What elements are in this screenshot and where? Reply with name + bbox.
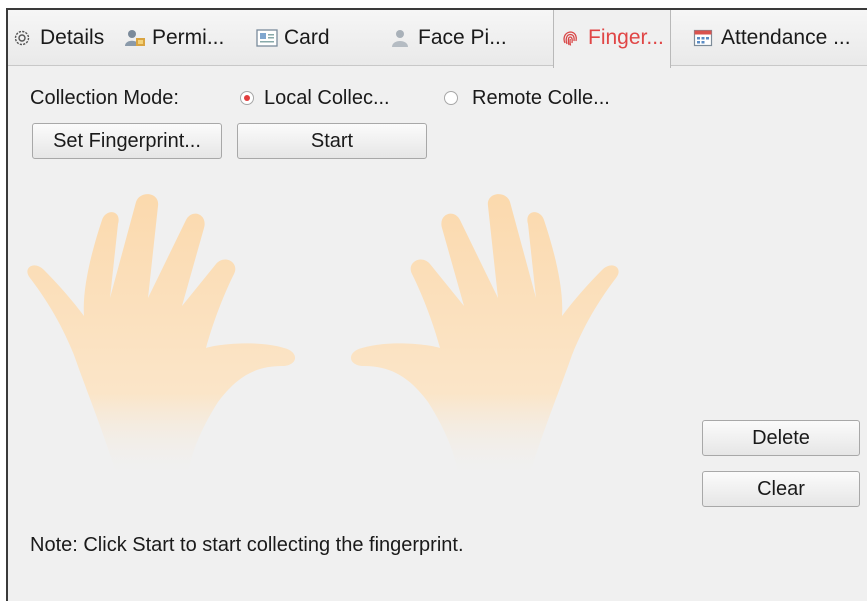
person-editor-panel: Details Permi... Card Face Pi... Finger.… <box>6 8 867 601</box>
gear-icon <box>12 28 32 48</box>
start-button[interactable]: Start <box>237 123 427 159</box>
tab-card[interactable]: Card <box>256 10 330 66</box>
instruction-note: Note: Click Start to start collecting th… <box>30 534 464 556</box>
tab-label: Attendance ... <box>721 26 851 49</box>
local-collection-radio[interactable] <box>240 91 254 105</box>
delete-button[interactable]: Delete <box>702 420 860 456</box>
tab-permission[interactable]: Permi... <box>124 10 224 66</box>
clear-button[interactable]: Clear <box>702 471 860 507</box>
tab-bar: Details Permi... Card Face Pi... Finger.… <box>8 10 867 68</box>
tab-label: Permi... <box>152 26 225 49</box>
tab-details[interactable]: Details <box>12 10 104 66</box>
tab-label: Finger... <box>588 26 664 49</box>
set-fingerprint-button[interactable]: Set Fingerprint... <box>32 123 222 159</box>
card-icon <box>256 28 278 48</box>
fingerprint-icon <box>560 28 580 48</box>
face-person-icon <box>390 28 410 48</box>
local-collection-label[interactable]: Local Collec... <box>264 87 390 110</box>
tab-label: Face Pi... <box>418 26 507 49</box>
remote-collection-label[interactable]: Remote Colle... <box>472 87 610 110</box>
user-key-icon <box>124 28 145 48</box>
tab-fingerprint[interactable]: Finger... <box>553 10 671 68</box>
collection-mode-label: Collection Mode: <box>30 87 179 109</box>
left-hand-icon <box>27 194 296 480</box>
tab-label: Details <box>40 26 105 49</box>
calendar-icon <box>693 28 713 48</box>
right-hand-icon <box>350 194 619 480</box>
tab-face-picture[interactable]: Face Pi... <box>390 10 507 66</box>
tab-attendance[interactable]: Attendance ... <box>693 10 851 66</box>
tab-label: Card <box>284 26 330 49</box>
remote-collection-radio[interactable] <box>444 91 458 105</box>
hands-illustration <box>27 194 619 480</box>
